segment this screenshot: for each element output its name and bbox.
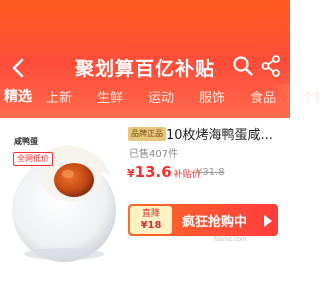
page-title: 聚划算百亿补贴: [74, 58, 215, 80]
sold-count: 已售407件: [129, 149, 179, 160]
watermark: fdsmz.com: [214, 236, 247, 243]
direct-drop-value: ¥18: [140, 220, 162, 231]
tab-new[interactable]: 上新: [46, 87, 72, 106]
buy-button[interactable]: 直降 ¥18 疯狂抢购中: [128, 204, 278, 236]
brand-authentic-badge: 品牌正品: [128, 127, 166, 141]
original-price: ¥31.8: [196, 167, 225, 178]
tabs-fade: [270, 84, 290, 108]
tab-apparel[interactable]: 服饰: [199, 87, 225, 106]
chevron-left-icon[interactable]: [8, 56, 28, 80]
product-image[interactable]: 咸鸭蛋 全网低价: [6, 124, 122, 264]
search-icon[interactable]: [232, 55, 254, 77]
buy-label: 疯狂抢购中: [182, 215, 248, 230]
product-title[interactable]: 10枚烤海鸭蛋咸...: [166, 124, 286, 143]
subsidy-price: ¥ 13.6 补贴价: [127, 163, 201, 181]
price-currency: ¥: [127, 167, 135, 180]
image-brand-label: 咸鸭蛋: [14, 137, 38, 146]
tab-sports[interactable]: 运动: [148, 87, 174, 106]
direct-drop-tag: 直降 ¥18: [130, 206, 172, 234]
product-card[interactable]: 咸鸭蛋 全网低价 品牌正品 10枚烤海鸭蛋咸... 已售407件 ¥ 13.6 …: [0, 118, 290, 290]
tab-fresh[interactable]: 生鲜: [97, 87, 123, 106]
share-icon[interactable]: [261, 55, 281, 77]
lowest-price-badge: 全网低价: [13, 152, 53, 166]
price-amount: 13.6: [134, 163, 172, 181]
tab-personal-care[interactable]: 个护: [301, 87, 320, 106]
top-header: 聚划算百亿补贴 精选 上新 生鲜 运动 服饰 食品 个护: [0, 0, 320, 118]
category-tabs: 精选 上新 生鲜 运动 服饰 食品 个护: [0, 84, 320, 108]
tab-featured[interactable]: 精选: [4, 86, 32, 106]
chevron-right-icon: [262, 213, 274, 227]
direct-drop-label: 直降: [141, 209, 160, 219]
